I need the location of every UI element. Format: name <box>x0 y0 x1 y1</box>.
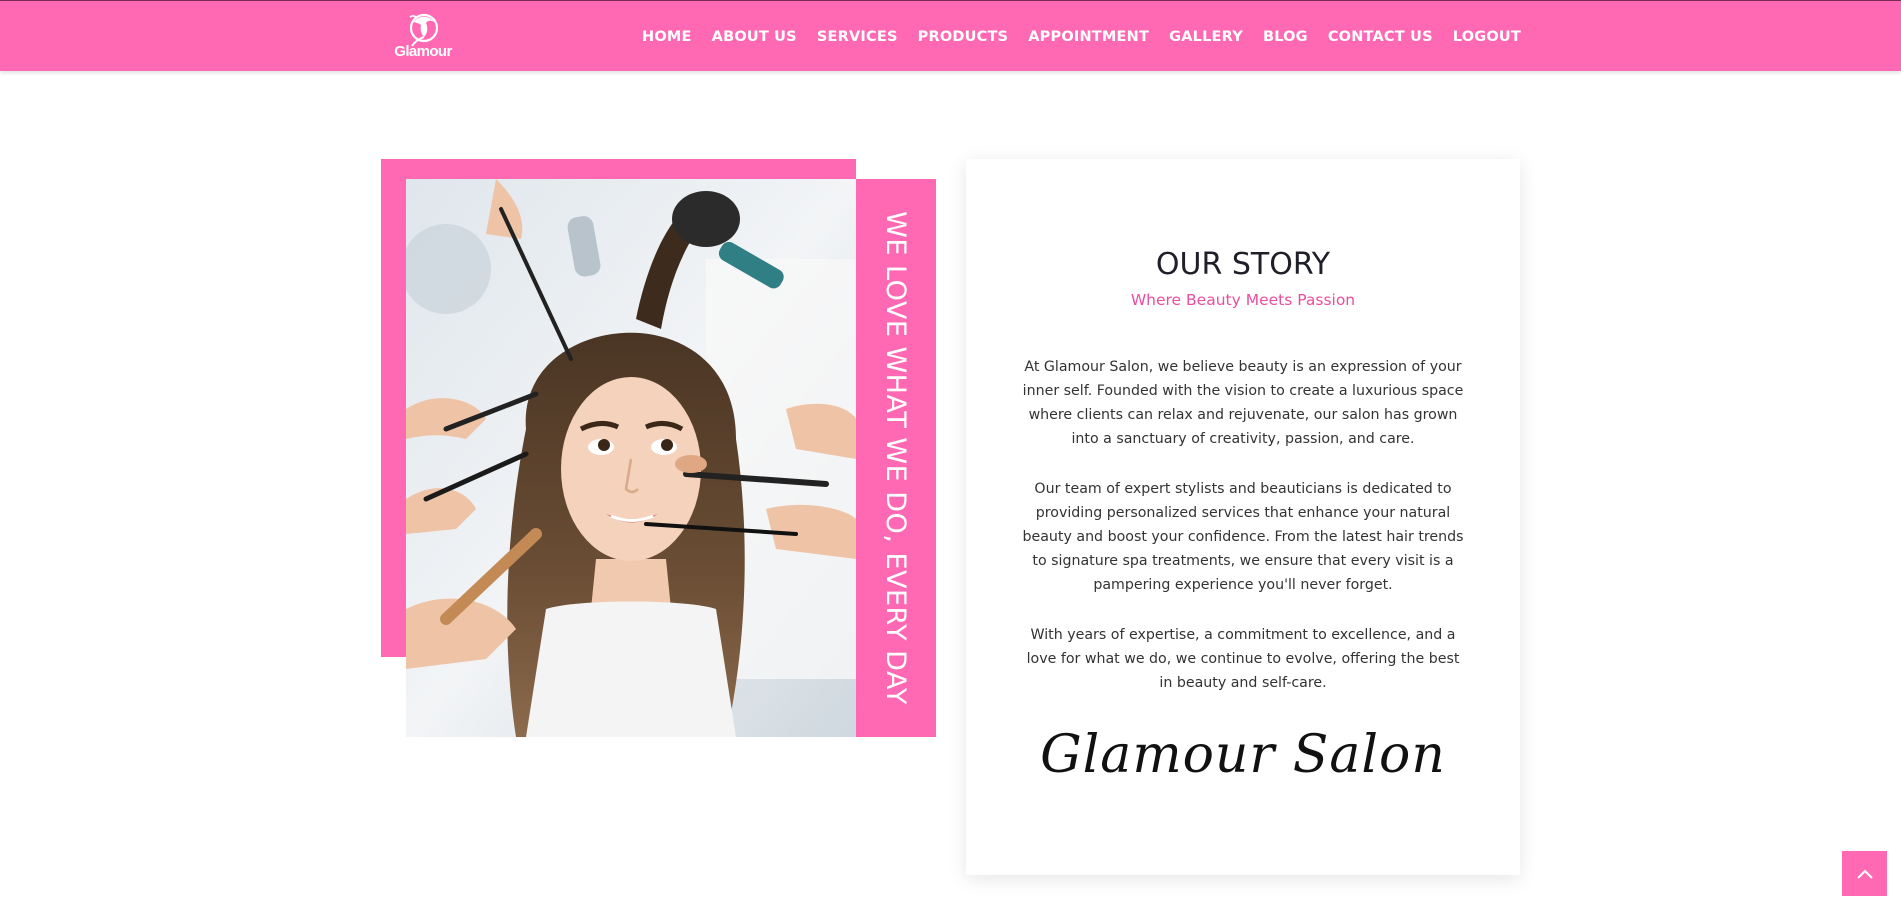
nav-home[interactable]: HOME <box>642 29 692 45</box>
story-paragraph: With years of expertise, a commitment to… <box>1026 627 1460 691</box>
salon-model-photo <box>406 179 856 737</box>
back-to-top-button[interactable] <box>1842 851 1887 896</box>
nav-appointment[interactable]: APPOINTMENT <box>1028 29 1149 45</box>
woman-silhouette-icon <box>409 13 439 47</box>
nav-products[interactable]: PRODUCTS <box>918 29 1009 45</box>
our-story-card: OUR STORY Where Beauty Meets Passion At … <box>966 159 1520 875</box>
chevron-up-icon <box>1856 869 1873 879</box>
nav-logout[interactable]: LOGOUT <box>1453 29 1521 45</box>
main-nav: HOME ABOUT US SERVICES PRODUCTS APPOINTM… <box>642 1 1521 72</box>
nav-about-us[interactable]: ABOUT US <box>712 29 797 45</box>
story-paragraph: Our team of expert stylists and beautici… <box>1022 481 1464 593</box>
site-header: Glamour HOME ABOUT US SERVICES PRODUCTS … <box>0 0 1901 71</box>
story-title: OUR STORY <box>1155 247 1331 282</box>
photo-illustration <box>406 179 856 737</box>
nav-services[interactable]: SERVICES <box>817 29 898 45</box>
story-subtitle: Where Beauty Meets Passion <box>1130 291 1356 309</box>
nav-contact-us[interactable]: CONTACT US <box>1328 29 1433 45</box>
story-body: At Glamour Salon, we believe beauty is a… <box>1022 355 1464 721</box>
nav-gallery[interactable]: GALLERY <box>1169 29 1243 45</box>
logo-text: Glamour <box>394 43 452 60</box>
salon-signature: Glamour Salon <box>1040 725 1446 785</box>
vertical-tagline: WE LOVE WHAT WE DO, EVERY DAY <box>880 211 912 705</box>
site-logo[interactable]: Glamour <box>390 13 456 63</box>
story-paragraph: At Glamour Salon, we believe beauty is a… <box>1022 359 1464 447</box>
tagline-band: WE LOVE WHAT WE DO, EVERY DAY <box>856 179 936 737</box>
nav-blog[interactable]: BLOG <box>1263 29 1308 45</box>
